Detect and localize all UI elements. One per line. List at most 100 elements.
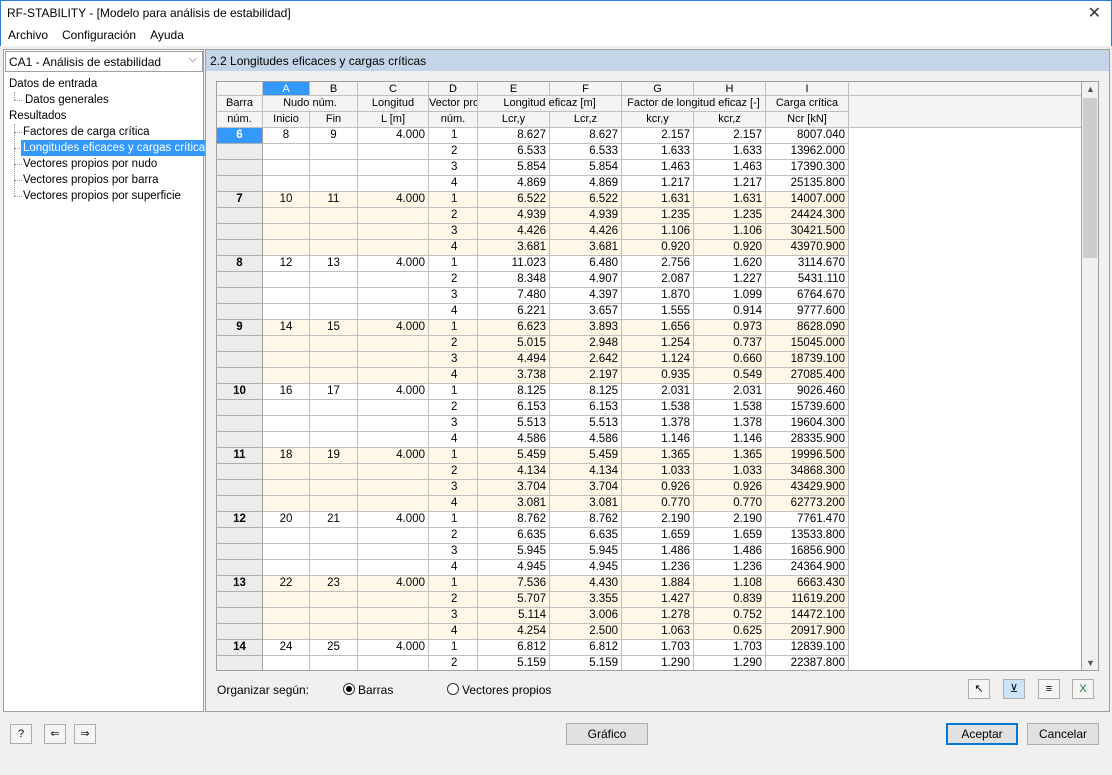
- table-cell[interactable]: 12839.100: [766, 640, 849, 656]
- table-cell[interactable]: 1.235: [622, 208, 694, 224]
- row-header[interactable]: [217, 416, 263, 432]
- table-cell[interactable]: 1.108: [694, 576, 766, 592]
- table-cell[interactable]: 6.812: [550, 640, 622, 656]
- table-cell[interactable]: [310, 336, 358, 352]
- chevron-down-icon[interactable]: ⌵: [189, 53, 197, 66]
- table-cell[interactable]: 1.254: [622, 336, 694, 352]
- table-cell[interactable]: 4.586: [550, 432, 622, 448]
- table-cell[interactable]: 18: [263, 448, 310, 464]
- table-cell[interactable]: [358, 624, 429, 640]
- table-cell[interactable]: 1: [429, 640, 478, 656]
- row-header[interactable]: [217, 304, 263, 320]
- scroll-thumb[interactable]: [1083, 98, 1097, 258]
- table-cell[interactable]: 5431.110: [766, 272, 849, 288]
- table-cell[interactable]: 1.378: [694, 416, 766, 432]
- table-cell[interactable]: 6.533: [550, 144, 622, 160]
- table-cell[interactable]: [310, 656, 358, 670]
- table-cell[interactable]: 4.494: [478, 352, 550, 368]
- table-cell[interactable]: 2.087: [622, 272, 694, 288]
- table-cell[interactable]: 2: [429, 272, 478, 288]
- table-cell[interactable]: 1.236: [622, 560, 694, 576]
- table-cell[interactable]: 6.635: [478, 528, 550, 544]
- table-cell[interactable]: 2.197: [550, 368, 622, 384]
- table-cell[interactable]: 1.365: [622, 448, 694, 464]
- table-cell[interactable]: 3: [429, 544, 478, 560]
- table-cell[interactable]: 3.355: [550, 592, 622, 608]
- table-cell[interactable]: [263, 608, 310, 624]
- table-cell[interactable]: [310, 400, 358, 416]
- table-cell[interactable]: 6.623: [478, 320, 550, 336]
- table-cell[interactable]: 5.159: [550, 656, 622, 670]
- table-cell[interactable]: 19996.500: [766, 448, 849, 464]
- table-cell[interactable]: 6.153: [478, 400, 550, 416]
- table-cell[interactable]: [310, 224, 358, 240]
- table-cell[interactable]: 8628.090: [766, 320, 849, 336]
- sort-vectors-label[interactable]: Vectores propios: [462, 683, 551, 697]
- table-cell[interactable]: 11619.200: [766, 592, 849, 608]
- table-cell[interactable]: 1.099: [694, 288, 766, 304]
- select-pointer-icon[interactable]: ↖: [968, 679, 990, 699]
- table-cell[interactable]: [358, 144, 429, 160]
- filter-icon[interactable]: ⊻: [1003, 679, 1025, 699]
- table-cell[interactable]: [358, 288, 429, 304]
- table-cell[interactable]: 0.839: [694, 592, 766, 608]
- table-cell[interactable]: [358, 272, 429, 288]
- row-header[interactable]: [217, 208, 263, 224]
- table-cell[interactable]: 43429.900: [766, 480, 849, 496]
- table-cell[interactable]: 1.555: [622, 304, 694, 320]
- table-cell[interactable]: [310, 208, 358, 224]
- table-cell[interactable]: [263, 224, 310, 240]
- tree-item-result-0[interactable]: Factores de carga crítica: [21, 124, 152, 140]
- table-cell[interactable]: [310, 496, 358, 512]
- table-cell[interactable]: 21: [310, 512, 358, 528]
- table-cell[interactable]: [310, 160, 358, 176]
- table-cell[interactable]: 1.146: [694, 432, 766, 448]
- bar-chart-icon[interactable]: ≡: [1038, 679, 1060, 699]
- table-cell[interactable]: 1: [429, 256, 478, 272]
- table-cell[interactable]: [310, 608, 358, 624]
- column-letter[interactable]: I: [766, 82, 849, 96]
- graphic-button[interactable]: Gráfico: [566, 723, 648, 745]
- tree-item-result-2[interactable]: Vectores propios por nudo: [21, 156, 159, 172]
- table-cell[interactable]: 4.426: [550, 224, 622, 240]
- table-cell[interactable]: 3.081: [550, 496, 622, 512]
- table-cell[interactable]: 3.738: [478, 368, 550, 384]
- table-cell[interactable]: 1.365: [694, 448, 766, 464]
- table-cell[interactable]: [310, 144, 358, 160]
- table-cell[interactable]: 6.812: [478, 640, 550, 656]
- menu-help[interactable]: Ayuda: [143, 26, 191, 44]
- table-cell[interactable]: 18739.100: [766, 352, 849, 368]
- table-cell[interactable]: 4.000: [358, 320, 429, 336]
- table-cell[interactable]: 5.945: [550, 544, 622, 560]
- table-cell[interactable]: [263, 560, 310, 576]
- help-icon[interactable]: ?: [10, 724, 32, 744]
- table-cell[interactable]: [310, 352, 358, 368]
- cancel-button[interactable]: Cancelar: [1027, 723, 1099, 745]
- table-cell[interactable]: 8.627: [478, 128, 550, 144]
- export-icon[interactable]: ⇐: [44, 724, 66, 744]
- table-cell[interactable]: 1.124: [622, 352, 694, 368]
- table-cell[interactable]: 4.254: [478, 624, 550, 640]
- table-cell[interactable]: [310, 416, 358, 432]
- table-cell[interactable]: 5.459: [550, 448, 622, 464]
- table-cell[interactable]: [263, 656, 310, 670]
- table-cell[interactable]: 0.549: [694, 368, 766, 384]
- table-cell[interactable]: 4.000: [358, 128, 429, 144]
- table-cell[interactable]: 4.869: [478, 176, 550, 192]
- table-cell[interactable]: 3.657: [550, 304, 622, 320]
- table-cell[interactable]: 4.134: [550, 464, 622, 480]
- column-letter[interactable]: E: [478, 82, 550, 96]
- table-cell[interactable]: 22387.800: [766, 656, 849, 670]
- table-cell[interactable]: [358, 208, 429, 224]
- table-cell[interactable]: [263, 480, 310, 496]
- table-cell[interactable]: 7.536: [478, 576, 550, 592]
- table-cell[interactable]: 1.538: [694, 400, 766, 416]
- table-cell[interactable]: 62773.200: [766, 496, 849, 512]
- table-cell[interactable]: 1.631: [694, 192, 766, 208]
- row-header[interactable]: 9: [217, 320, 263, 336]
- table-cell[interactable]: [310, 544, 358, 560]
- sort-vectors-radio[interactable]: [447, 683, 459, 695]
- table-cell[interactable]: 27085.400: [766, 368, 849, 384]
- table-cell[interactable]: 0.660: [694, 352, 766, 368]
- table-cell[interactable]: 1.633: [622, 144, 694, 160]
